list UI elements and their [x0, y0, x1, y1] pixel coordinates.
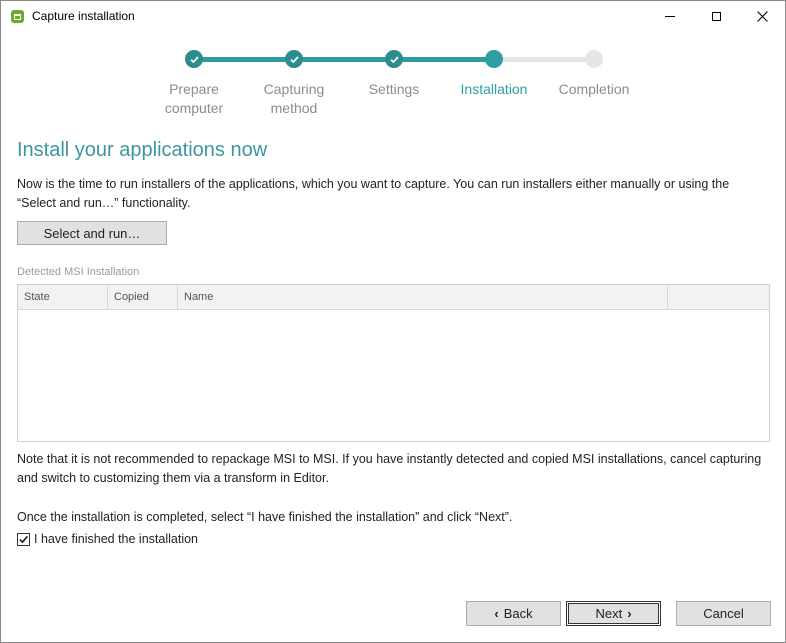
- minimize-icon: [665, 16, 675, 17]
- back-button-label: Back: [503, 606, 533, 621]
- step-capturing-label: Capturing method: [239, 80, 349, 118]
- step-installation-label: Installation: [439, 80, 549, 99]
- app-logo-icon: [11, 10, 24, 23]
- step-label-line: method: [270, 100, 318, 116]
- column-header-copied[interactable]: Copied: [108, 285, 178, 309]
- minimize-button[interactable]: [647, 1, 693, 32]
- finished-installation-row[interactable]: I have finished the installation: [17, 531, 198, 547]
- capture-installation-window: Capture installation Prepare computer Ca…: [0, 0, 786, 643]
- step-label-line: computer: [164, 100, 224, 116]
- step-settings-label: Settings: [339, 80, 449, 99]
- finished-installation-label[interactable]: I have finished the installation: [34, 532, 198, 546]
- column-header-state[interactable]: State: [18, 285, 108, 309]
- step-settings-dot: [385, 50, 403, 68]
- column-header-extra: [668, 285, 769, 309]
- maximize-icon: [711, 12, 721, 21]
- step-label-line: Installation: [460, 81, 528, 97]
- maximize-button[interactable]: [693, 1, 739, 32]
- title-bar: Capture installation: [1, 1, 785, 32]
- intro-text: Now is the time to run installers of the…: [17, 177, 730, 210]
- chevron-left-icon: ‹: [494, 606, 499, 621]
- step-prepare-dot: [185, 50, 203, 68]
- stepper-remaining-track: [494, 57, 594, 62]
- window-title: Capture installation: [32, 9, 135, 23]
- step-prepare-label: Prepare computer: [139, 80, 249, 118]
- step-completion-dot: [585, 50, 603, 68]
- completion-instruction-text: Once the installation is completed, sele…: [17, 510, 513, 524]
- step-completion-label: Completion: [539, 80, 649, 99]
- checkmark-icon: [289, 55, 299, 63]
- wizard-stepper: Prepare computer Capturing method Settin…: [1, 41, 785, 121]
- checkmark-icon: [389, 55, 399, 63]
- close-button[interactable]: [739, 1, 785, 32]
- close-icon: [756, 11, 768, 22]
- page-title: Install your applications now: [17, 139, 268, 161]
- msi-note-text: Note that it is not recommended to repac…: [17, 452, 762, 485]
- next-button[interactable]: Next ›: [566, 601, 661, 626]
- finished-installation-checkbox[interactable]: [17, 532, 30, 546]
- cancel-button[interactable]: Cancel: [676, 601, 771, 626]
- step-label-line: Completion: [558, 81, 630, 97]
- checkmark-icon: [189, 55, 199, 63]
- select-and-run-button[interactable]: Select and run…: [17, 221, 167, 245]
- step-label-line: Prepare: [169, 81, 219, 97]
- column-header-name[interactable]: Name: [178, 285, 668, 309]
- step-capturing-dot: [285, 50, 303, 68]
- back-button[interactable]: ‹ Back: [466, 601, 561, 626]
- step-installation-dot: [485, 50, 503, 68]
- step-label-line: Settings: [368, 81, 420, 97]
- step-label-line: Capturing: [263, 81, 325, 97]
- table-header: State Copied Name: [18, 285, 769, 310]
- chevron-right-icon: ›: [627, 606, 632, 621]
- stepper-progress-track: [194, 57, 494, 62]
- detected-msi-table[interactable]: State Copied Name: [17, 284, 770, 442]
- detected-msi-label: Detected MSI Installation: [17, 266, 140, 278]
- next-button-label: Next: [595, 606, 623, 621]
- checkmark-icon: [19, 535, 29, 543]
